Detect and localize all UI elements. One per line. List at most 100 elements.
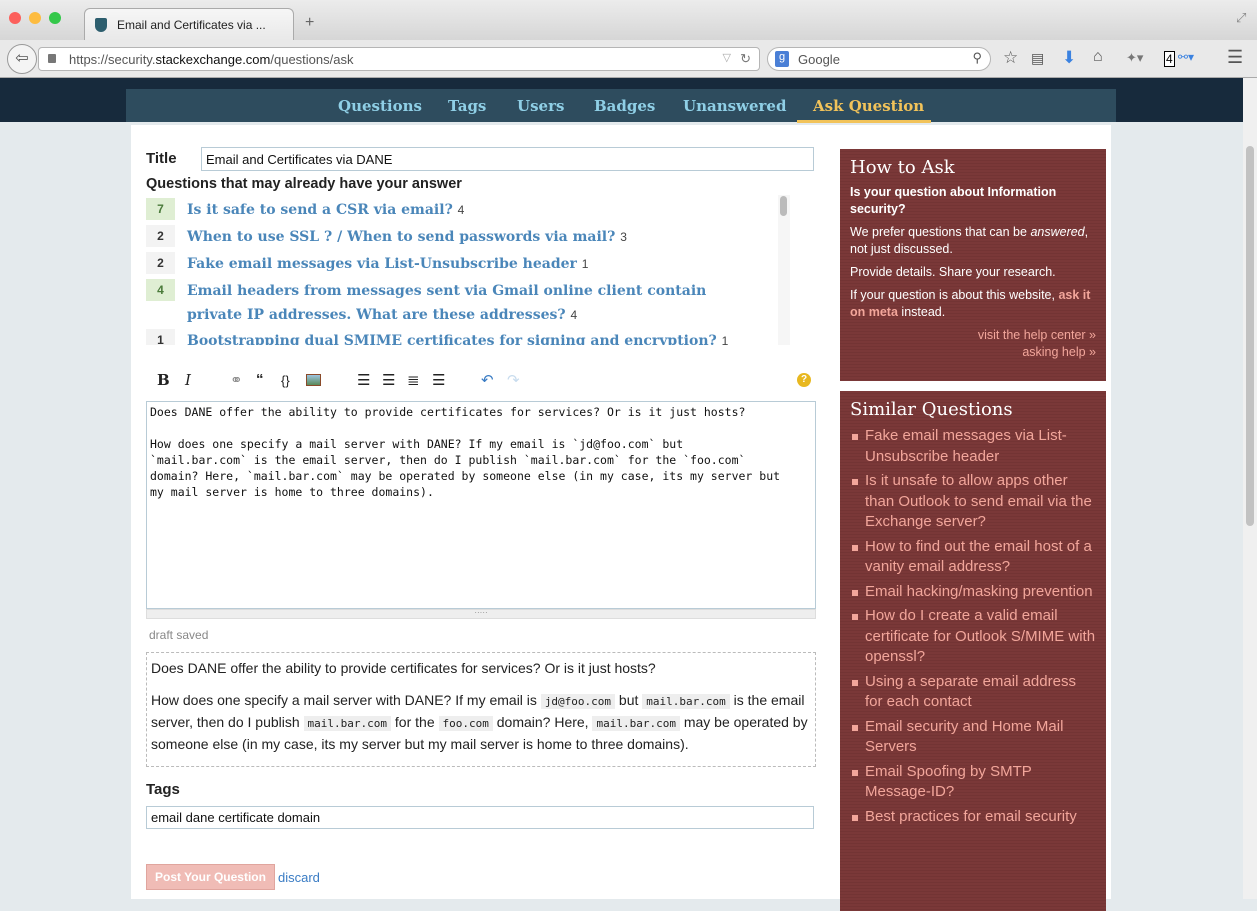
suggestion-link[interactable]: Fake email messages via List-Unsubscribe… (187, 256, 577, 272)
how-to-ask-title: How to Ask (850, 157, 955, 178)
editor-resize-grip[interactable]: ····· (146, 609, 816, 619)
post-question-button[interactable]: Post Your Question (146, 864, 275, 890)
nav-badges[interactable]: Badges (594, 97, 655, 115)
horizontal-rule-button[interactable]: ☰ (432, 371, 445, 389)
suggestion-item[interactable]: 2 When to use SSL ? / When to send passwo… (146, 225, 627, 249)
nav-ask-question[interactable]: Ask Question (813, 97, 924, 115)
nav-questions[interactable]: Questions (338, 97, 422, 115)
help-icon[interactable]: ? (797, 373, 811, 387)
title-input[interactable]: Email and Certificates via DANE (201, 147, 814, 171)
italic-button[interactable]: I (185, 371, 191, 389)
help-center-link[interactable]: visit the help center » (978, 328, 1096, 342)
tab-title: Email and Certificates via ... (117, 18, 266, 32)
close-window-button[interactable] (9, 12, 21, 24)
answer-count: 1 (721, 334, 729, 345)
similar-question-link[interactable]: Email security and Home Mail Servers (850, 717, 1096, 758)
similar-heading: Questions that may already have your ans… (146, 176, 462, 192)
reload-icon[interactable]: ↻ (740, 51, 751, 67)
nav-tags[interactable]: Tags (448, 97, 486, 115)
clipboard-icon[interactable]: ▤ (1031, 50, 1044, 67)
link-button[interactable]: ⚭ (230, 371, 243, 389)
asking-help-link[interactable]: asking help » (1022, 345, 1096, 359)
similar-questions-list: Fake email messages via List-Unsubscribe… (850, 426, 1096, 827)
bookmark-star-icon[interactable]: ☆ (1003, 48, 1018, 68)
dropdown-icon[interactable]: ▽ (723, 51, 731, 64)
maximize-window-button[interactable] (49, 12, 61, 24)
minimize-window-button[interactable] (29, 12, 41, 24)
similar-question-link[interactable]: Email Spoofing by SMTP Message-ID? (850, 762, 1096, 803)
active-nav-indicator (797, 120, 931, 123)
badge-counter[interactable]: 4 (1164, 51, 1175, 67)
download-icon[interactable]: ⬇ (1062, 48, 1076, 68)
nav-users[interactable]: Users (517, 97, 564, 115)
code-button[interactable]: {} (281, 373, 290, 388)
similar-question-link[interactable]: Best practices for email security (850, 807, 1096, 828)
body-editor[interactable]: Does DANE offer the ability to provide c… (146, 401, 816, 609)
how-to-ask-text: Provide details. Share your research. (850, 265, 1056, 279)
undo-button[interactable]: ↶ (481, 371, 494, 389)
page-scrollbar-thumb[interactable] (1246, 146, 1254, 526)
bulleted-list-button[interactable]: ☰ (382, 371, 395, 389)
suggestion-item[interactable]: 2 Fake email messages via List-Unsubscrib… (146, 252, 588, 276)
similar-question-link[interactable]: Using a separate email address for each … (850, 672, 1096, 713)
vote-count: 1 (146, 329, 175, 345)
suggestion-item[interactable]: 1 Bootstrapping dual SMIME certificates f… (146, 329, 728, 345)
url-bar[interactable]: https://security.stackexchange.com/quest… (38, 47, 760, 71)
similar-question-link[interactable]: Fake email messages via List-Unsubscribe… (850, 426, 1096, 467)
addon-icon[interactable]: ⚯▾ (1178, 50, 1194, 64)
similar-question-link[interactable]: How to find out the email host of a vani… (850, 537, 1096, 578)
vote-count: 2 (146, 225, 175, 247)
preview-paragraph: Does DANE offer the ability to provide c… (151, 660, 656, 676)
shield-icon (95, 18, 107, 32)
preview-paragraph: How does one specify a mail server with … (151, 692, 808, 752)
google-icon: g (775, 51, 789, 67)
similar-questions-panel: Similar Questions Fake email messages vi… (840, 391, 1106, 911)
body-preview: Does DANE offer the ability to provide c… (146, 652, 816, 767)
discard-link[interactable]: discard (278, 870, 320, 885)
url-path: /questions/ask (270, 52, 354, 67)
lock-icon (48, 54, 56, 63)
search-placeholder: Google (798, 52, 840, 67)
tags-input[interactable]: email dane certificate domain (146, 806, 814, 829)
similar-question-link[interactable]: Email hacking/masking prevention (850, 582, 1096, 603)
bold-button[interactable]: B (157, 371, 170, 389)
suggestion-item[interactable]: 4 Email headers from messages sent via Gm… (146, 279, 746, 327)
how-to-ask-text: If your question is about this website, … (850, 288, 1091, 319)
url-domain: stackexchange.com (155, 52, 271, 67)
vote-count: 7 (146, 198, 175, 220)
similar-question-link[interactable]: How do I create a valid email certificat… (850, 606, 1096, 668)
suggestion-link[interactable]: When to use SSL ? / When to send passwor… (187, 229, 615, 245)
redo-button[interactable]: ↷ (507, 371, 520, 389)
answer-count: 3 (620, 230, 627, 244)
suggestion-item[interactable]: 7 Is it safe to send a CSR via email? 4 (146, 198, 464, 222)
tags-label: Tags (146, 781, 180, 798)
answer-count: 4 (570, 308, 578, 322)
similar-question-link[interactable]: Is it unsafe to allow apps other than Ou… (850, 471, 1096, 533)
numbered-list-button[interactable]: ☰ (357, 371, 370, 389)
home-icon[interactable]: ⌂ (1093, 48, 1103, 66)
suggestion-link[interactable]: Email headers from messages sent via Gma… (187, 283, 706, 323)
image-button[interactable] (306, 374, 321, 386)
how-to-ask-text: We prefer questions that can be answered… (850, 225, 1089, 256)
suggestion-link[interactable]: Bootstrapping dual SMIME certificates fo… (187, 333, 717, 345)
back-button[interactable]: ⇦ (7, 44, 37, 74)
vote-count: 4 (146, 279, 175, 301)
heading-button[interactable]: ≣ (407, 371, 420, 389)
new-tab-button[interactable]: + (305, 14, 314, 32)
title-label: Title (146, 150, 177, 167)
search-icon[interactable]: ⚲ (972, 50, 982, 66)
similar-questions-title: Similar Questions (850, 399, 1013, 420)
browser-tab[interactable]: Email and Certificates via ... (84, 8, 294, 40)
search-input[interactable]: g Google ⚲ (767, 47, 991, 71)
extension-icon[interactable]: ✦▾ (1126, 50, 1143, 66)
draft-status: draft saved (149, 628, 209, 642)
how-to-ask-panel: How to Ask Is your question about Inform… (840, 149, 1106, 381)
menu-icon[interactable]: ☰ (1227, 47, 1243, 68)
page-scrollbar[interactable] (1243, 78, 1257, 899)
suggestion-link[interactable]: Is it safe to send a CSR via email? (187, 202, 453, 218)
blockquote-button[interactable]: “ (256, 371, 264, 388)
suggestion-list: 7 Is it safe to send a CSR via email? 4 2… (146, 195, 790, 345)
suggestion-scrollbar[interactable] (780, 196, 787, 216)
fullscreen-icon[interactable]: ⤢ (1236, 10, 1246, 26)
nav-unanswered[interactable]: Unanswered (683, 97, 786, 115)
